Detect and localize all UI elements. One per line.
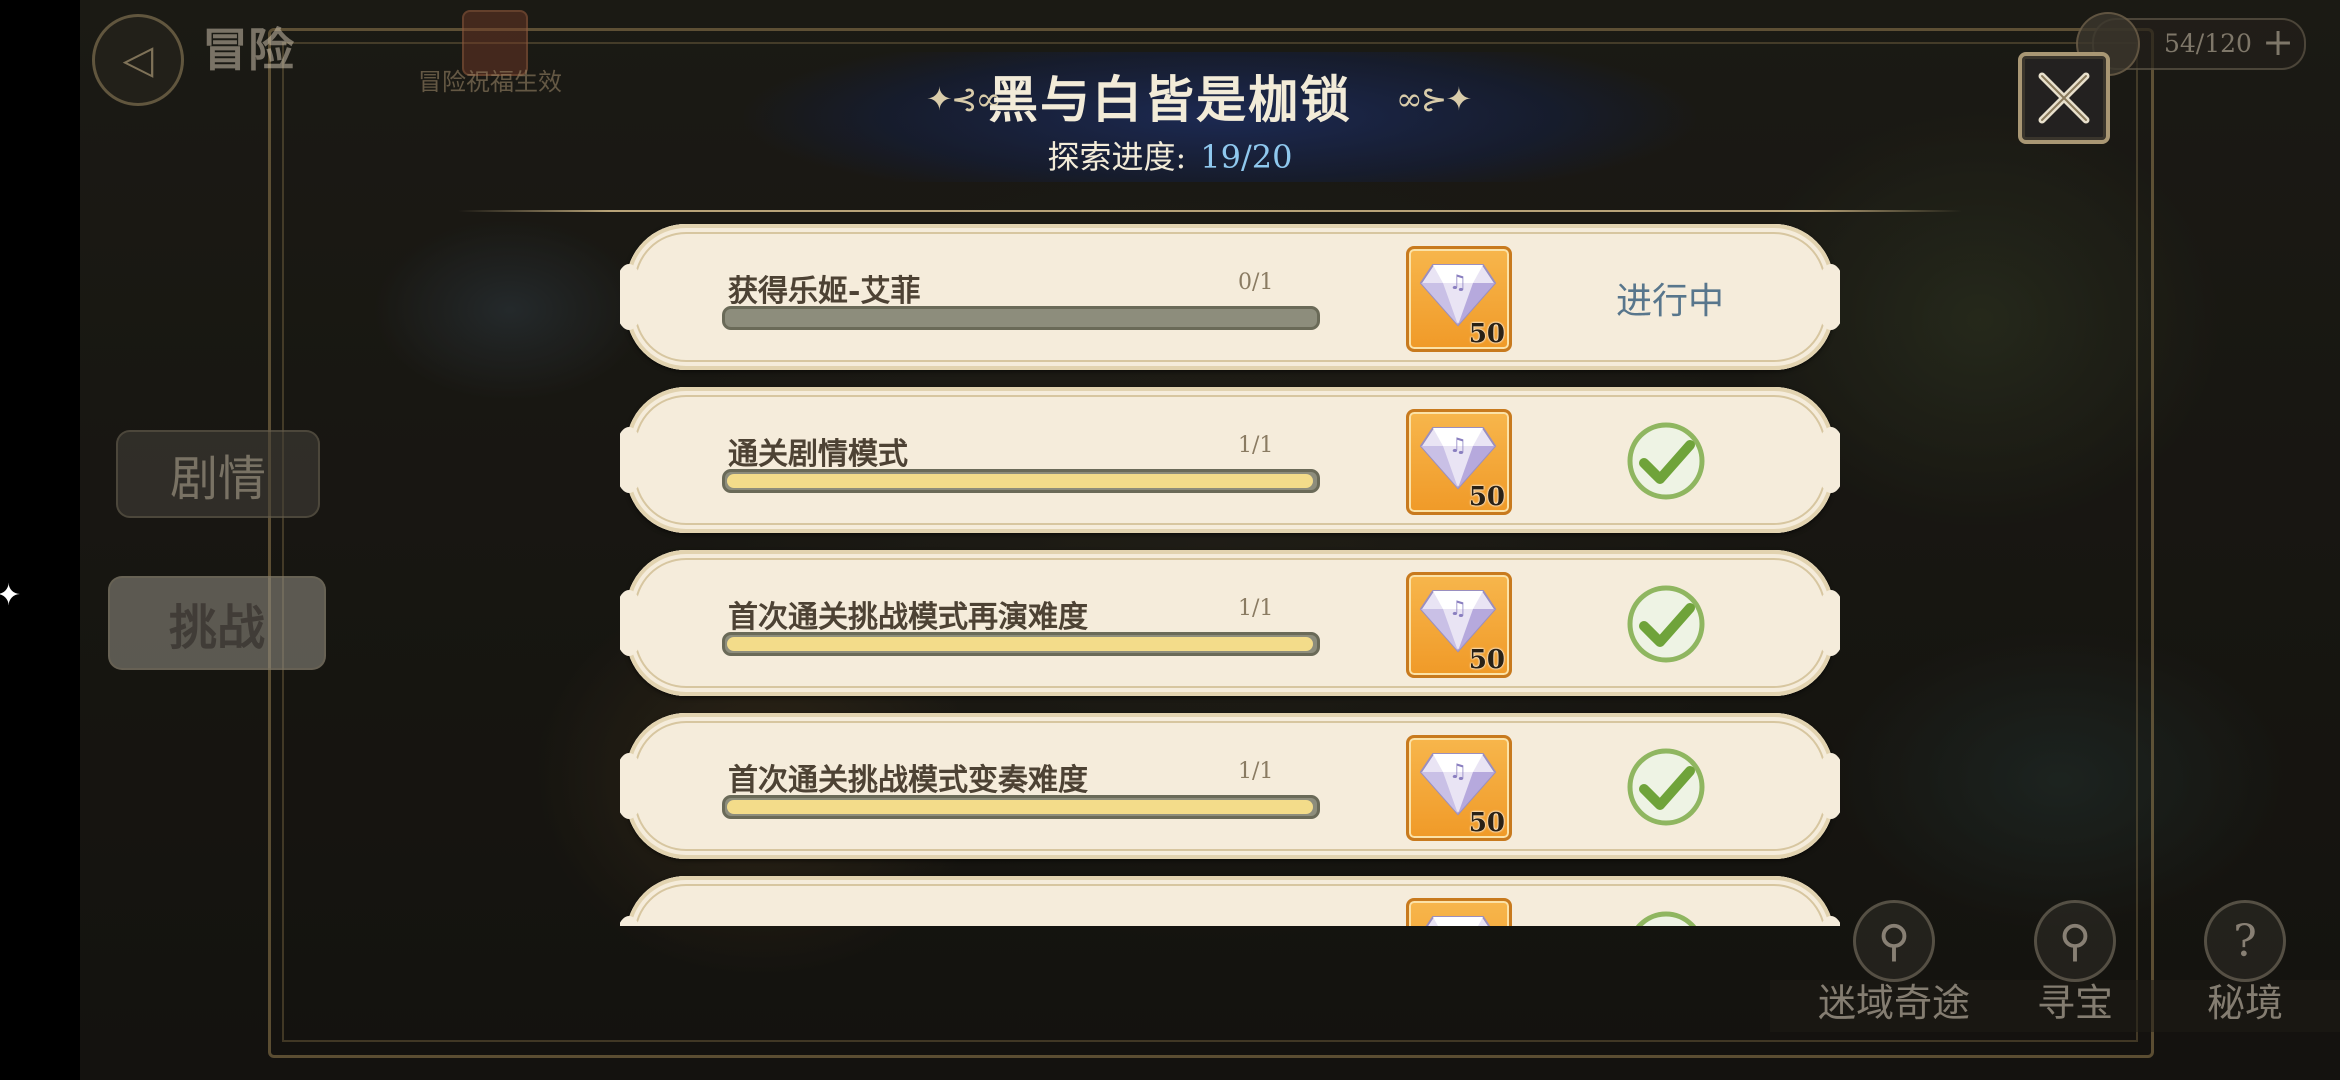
- card-notch-right: [1816, 753, 1840, 819]
- reward-amount: 50: [1468, 482, 1505, 512]
- reward-item[interactable]: ♫ 50: [1406, 735, 1512, 841]
- card-notch-right: [1816, 264, 1840, 330]
- card-notch-right: [1816, 427, 1840, 493]
- exploration-progress: 探索进度: 19/20: [0, 132, 2340, 178]
- task-row: 首次通关挑战模式变奏难度 1/1 ♫ 50: [620, 713, 1840, 859]
- check-icon: [1627, 422, 1705, 500]
- sparkle-icon: ✦: [0, 578, 22, 613]
- task-name: 通关剧情模式: [728, 437, 908, 472]
- task-row: 首次通关挑战模式再演难度 1/1 ♫ 50: [620, 550, 1840, 696]
- reward-item[interactable]: ♫ 50: [1406, 572, 1512, 678]
- svg-text:♫: ♫: [1449, 270, 1467, 294]
- progress-value: 19/20: [1200, 138, 1293, 176]
- diamond-icon: ♫: [1425, 916, 1491, 926]
- map-pin-icon: ⚲: [1853, 900, 1935, 982]
- reward-item[interactable]: ♫ 50: [1406, 246, 1512, 352]
- reward-item[interactable]: ♫: [1406, 898, 1512, 926]
- tab-challenge[interactable]: 挑战: [108, 576, 326, 670]
- task-progress-bar: [722, 632, 1320, 656]
- task-name: 首次通关挑战模式再演难度: [728, 600, 1088, 635]
- header-divider: [458, 210, 1962, 212]
- treasure-key-icon: ⚲: [2034, 900, 2116, 982]
- progress-label: 探索进度:: [1047, 138, 1187, 176]
- svg-text:♫: ♫: [1449, 596, 1467, 620]
- task-progress-bar: [722, 306, 1320, 330]
- svg-text:♫: ♫: [1449, 433, 1467, 457]
- task-progress-bar: [722, 469, 1320, 493]
- close-button[interactable]: [2018, 52, 2110, 144]
- task-count: 1/1: [1238, 596, 1274, 621]
- nav-maze-journey[interactable]: ⚲ 迷域奇途: [1818, 900, 1970, 1027]
- task-row: 获得乐姬-艾菲 0/1 ♫ 50 进行中: [620, 224, 1840, 370]
- nav-label: 迷域奇途: [1818, 981, 1971, 1025]
- add-stamina-button[interactable]: +: [2262, 22, 2294, 62]
- reward-amount: 50: [1468, 808, 1505, 838]
- check-icon: [1627, 748, 1705, 826]
- task-progress-fill: [727, 800, 1313, 814]
- task-name: 获得乐姬-艾菲: [728, 274, 921, 309]
- nav-label: 秘境: [2206, 981, 2283, 1025]
- task-progress-fill: [727, 474, 1313, 488]
- reward-item[interactable]: ♫ 50: [1406, 409, 1512, 515]
- task-progress-bar: [722, 795, 1320, 819]
- card-notch-right: [1816, 590, 1840, 656]
- dialog-title: 黑与白皆是枷锁: [988, 70, 1352, 129]
- task-count: 1/1: [1238, 433, 1274, 458]
- task-count: 1/1: [1238, 759, 1274, 784]
- task-progress-fill: [727, 637, 1313, 651]
- nav-treasure[interactable]: ⚲ 寻宝: [2034, 900, 2116, 1027]
- check-icon: [1627, 585, 1705, 663]
- stamina-value: 54/120: [2164, 29, 2252, 58]
- reward-amount: 50: [1468, 319, 1505, 349]
- check-icon: [1635, 911, 1697, 926]
- task-row: 通关剧情模式 1/1 ♫ 50: [620, 387, 1840, 533]
- task-name: 首次通关挑战模式变奏难度: [728, 763, 1088, 798]
- nav-secret-realm[interactable]: ? 秘境: [2204, 900, 2286, 1027]
- question-icon: ?: [2204, 900, 2286, 982]
- task-status: 进行中: [1616, 281, 1725, 322]
- close-icon: [2038, 72, 2090, 124]
- svg-text:♫: ♫: [1449, 922, 1467, 926]
- tab-story[interactable]: 剧情: [116, 430, 320, 518]
- task-list[interactable]: 获得乐姬-艾菲 0/1 ♫ 50 进行中 通关剧情模式 1/1 ♫ 50 首次通…: [620, 224, 1840, 926]
- task-row: ♫: [620, 876, 1840, 926]
- task-count: 0/1: [1238, 270, 1274, 295]
- reward-amount: 50: [1468, 645, 1505, 675]
- nav-label: 寻宝: [2036, 981, 2113, 1025]
- svg-text:♫: ♫: [1449, 759, 1467, 783]
